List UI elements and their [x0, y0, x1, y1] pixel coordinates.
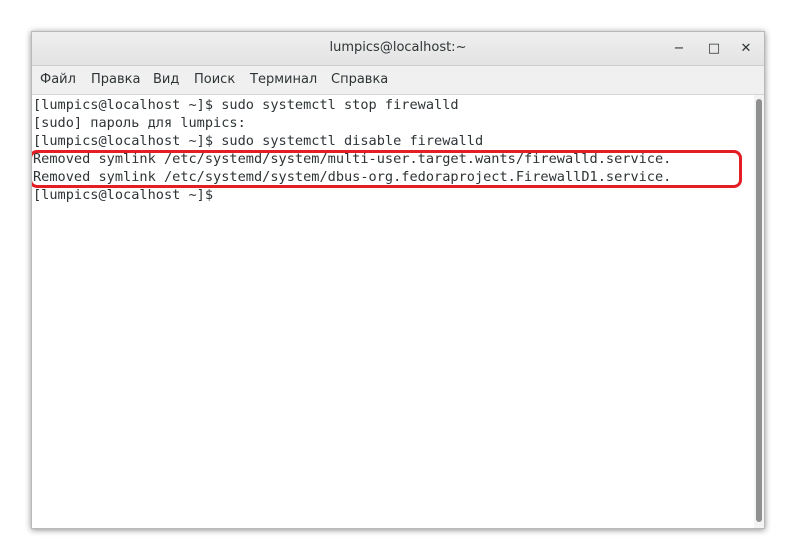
- title-bar[interactable]: lumpics@localhost:~ − □ ✕: [32, 32, 764, 66]
- close-icon[interactable]: ✕: [738, 41, 754, 57]
- terminal-prompt: [lumpics@localhost ~]$: [33, 187, 214, 203]
- menu-item-view[interactable]: Вид: [153, 72, 179, 87]
- menu-item-edit[interactable]: Правка: [91, 72, 140, 87]
- menu-item-terminal[interactable]: Терминал: [250, 72, 317, 87]
- terminal-line: [lumpics@localhost ~]$ sudo systemctl st…: [33, 97, 459, 113]
- terminal-line: [lumpics@localhost ~]$ sudo systemctl di…: [33, 133, 484, 149]
- maximize-icon[interactable]: □: [706, 41, 722, 57]
- terminal-output[interactable]: [lumpics@localhost ~]$ sudo systemctl st…: [32, 95, 754, 528]
- menu-item-file[interactable]: Файл: [40, 72, 76, 87]
- highlight-frame: [32, 150, 742, 188]
- scrollbar[interactable]: [754, 95, 764, 528]
- terminal-window: lumpics@localhost:~ − □ ✕ Файл Правка Ви…: [31, 31, 765, 529]
- terminal-line: [sudo] пароль для lumpics:: [33, 115, 246, 131]
- menu-item-search[interactable]: Поиск: [194, 72, 235, 87]
- scrollbar-thumb[interactable]: [756, 99, 762, 522]
- menu-item-help[interactable]: Справка: [331, 72, 388, 87]
- menu-bar: Файл Правка Вид Поиск Терминал Справка: [32, 66, 764, 95]
- window-title: lumpics@localhost:~: [329, 40, 467, 55]
- minimize-icon[interactable]: −: [671, 41, 687, 57]
